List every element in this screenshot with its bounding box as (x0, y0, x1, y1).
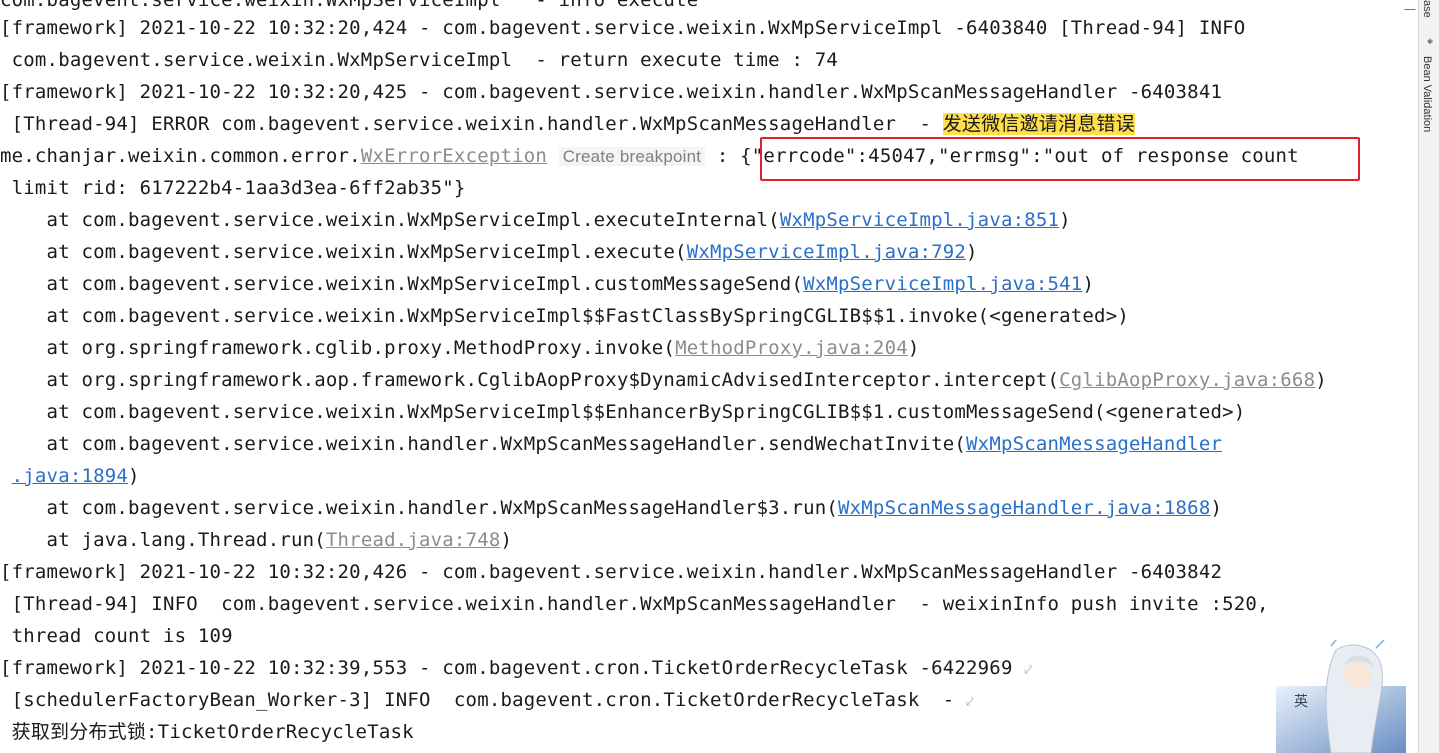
minimize-icon[interactable]: — (1404, 2, 1418, 16)
log-text: limit rid: 617222b4-1aa3d3ea-6ff2ab35"} (0, 177, 466, 199)
stack-trace-line: at com.bagevent.service.weixin.WxMpServi… (0, 236, 978, 268)
library-source-link[interactable]: Thread.java:748 (326, 529, 501, 551)
console-line: [framework] 2021-10-22 10:32:20,425 - co… (0, 76, 1222, 108)
svg-text:英: 英 (1294, 693, 1308, 710)
create-breakpoint-button[interactable]: Create breakpoint (558, 147, 706, 166)
console-line: com.bagevent.service.weixin.WxMpServiceI… (0, 44, 838, 76)
log-text: : (705, 145, 741, 167)
log-text: ) (907, 337, 920, 359)
bean-validation-tab[interactable]: Bean Validation (1421, 56, 1433, 132)
console-line: [Thread-94] ERROR com.bagevent.service.w… (0, 108, 1135, 140)
stack-trace-line: at com.bagevent.service.weixin.handler.W… (0, 492, 1222, 524)
log-text: ) (966, 241, 978, 263)
log-text: at com.bagevent.service.weixin.WxMpServi… (0, 241, 687, 263)
log-text: [framework] 2021-10-22 10:32:20,426 - co… (0, 561, 1223, 583)
stack-trace-line: at com.bagevent.service.weixin.WxMpServi… (0, 204, 1071, 236)
highlighted-error-text: 发送微信邀请消息错误 (942, 113, 1135, 135)
log-text: at org.springframework.cglib.proxy.Metho… (0, 337, 676, 359)
log-text: 获取到分布式锁:TicketOrderRecycleTask (0, 721, 414, 743)
log-text: ) (500, 529, 513, 551)
source-link[interactable]: .java:1894 (12, 465, 128, 487)
source-link[interactable]: WxMpServiceImpl.java:792 (687, 241, 966, 263)
log-text: com.bagevent.service.weixin.WxMpServiceI… (0, 0, 699, 11)
log-text: [framework] 2021-10-22 10:32:20,425 - co… (0, 81, 1223, 103)
library-source-link[interactable]: MethodProxy.java:204 (675, 337, 908, 359)
anime-mascot-image: 英 (1276, 640, 1406, 753)
log-text: at com.bagevent.service.weixin.WxMpServi… (0, 273, 804, 295)
log-text: at org.springframework.aop.framework.Cgl… (0, 369, 1060, 391)
console-line: [schedulerFactoryBean_Worker-3] INFO com… (0, 684, 974, 716)
source-link[interactable]: WxMpScanMessageHandler (966, 433, 1222, 455)
console-line: limit rid: 617222b4-1aa3d3ea-6ff2ab35"} (0, 172, 466, 204)
console-line: [framework] 2021-10-22 10:32:20,424 - co… (0, 12, 1245, 44)
log-text: com.bagevent.service.weixin.WxMpServiceI… (0, 49, 839, 71)
stack-trace-line: at java.lang.Thread.run(Thread.java:748) (0, 524, 512, 556)
log-text: at com.bagevent.service.weixin.handler.W… (0, 433, 967, 455)
soft-wrap-icon: ⤦ (966, 694, 975, 710)
log-text: at com.bagevent.service.weixin.WxMpServi… (0, 209, 780, 231)
log-text: [schedulerFactoryBean_Worker-3] INFO com… (0, 689, 955, 711)
log-text: at java.lang.Thread.run( (0, 529, 326, 551)
library-source-link[interactable]: CglibAopProxy.java:668 (1059, 369, 1315, 391)
source-link[interactable]: WxMpServiceImpl.java:541 (803, 273, 1082, 295)
console-line: [framework] 2021-10-22 10:32:20,426 - co… (0, 556, 1222, 588)
tool-window-label[interactable]: ase (1421, 0, 1433, 18)
stack-trace-line: at org.springframework.aop.framework.Cgl… (0, 364, 1327, 396)
console-line: 获取到分布式锁:TicketOrderRecycleTask (0, 716, 414, 748)
stack-trace-line: at org.springframework.cglib.proxy.Metho… (0, 332, 920, 364)
source-link[interactable]: WxMpServiceImpl.java:851 (780, 209, 1059, 231)
exception-class-link[interactable]: WxErrorException (361, 145, 547, 167)
log-text: ) (1210, 497, 1223, 519)
stack-trace-line: at com.bagevent.service.weixin.handler.W… (0, 428, 1222, 460)
console-line: [Thread-94] INFO com.bagevent.service.we… (0, 588, 1269, 620)
stack-trace-line: at com.bagevent.service.weixin.WxMpServi… (0, 300, 1129, 332)
log-text: [framework] 2021-10-22 10:32:39,553 - co… (0, 657, 1013, 679)
log-text: ) (1059, 209, 1071, 231)
source-link[interactable]: WxMpScanMessageHandler.java:1868 (838, 497, 1210, 519)
log-text: thread count is 109 (0, 625, 233, 647)
log-text: ) (1082, 273, 1095, 295)
stack-trace-line: at com.bagevent.service.weixin.WxMpServi… (0, 396, 1246, 428)
console-line: thread count is 109 (0, 620, 233, 652)
stack-trace-line: .java:1894) (0, 460, 140, 492)
log-text: ) (1315, 369, 1327, 391)
log-text: [Thread-94] INFO com.bagevent.service.we… (0, 593, 1269, 615)
log-text: at com.bagevent.service.weixin.WxMpServi… (0, 401, 1246, 423)
log-text: at com.bagevent.service.weixin.handler.W… (0, 497, 839, 519)
console-output: com.bagevent.service.weixin.WxMpServiceI… (0, 0, 1418, 753)
console-line: [framework] 2021-10-22 10:32:39,553 - co… (0, 652, 1032, 684)
annotation-highlight-box (760, 137, 1360, 181)
log-text: [framework] 2021-10-22 10:32:20,424 - co… (0, 17, 1246, 39)
log-text: [Thread-94] ERROR com.bagevent.service.w… (0, 113, 943, 135)
bean-validation-icon: ◈ (1426, 36, 1434, 47)
soft-wrap-icon: ⤦ (1024, 662, 1033, 678)
log-text: ) (128, 465, 140, 487)
log-text: me.chanjar.weixin.common.error. (0, 145, 361, 167)
log-text: at com.bagevent.service.weixin.WxMpServi… (0, 305, 1129, 327)
stack-trace-line: at com.bagevent.service.weixin.WxMpServi… (0, 268, 1094, 300)
